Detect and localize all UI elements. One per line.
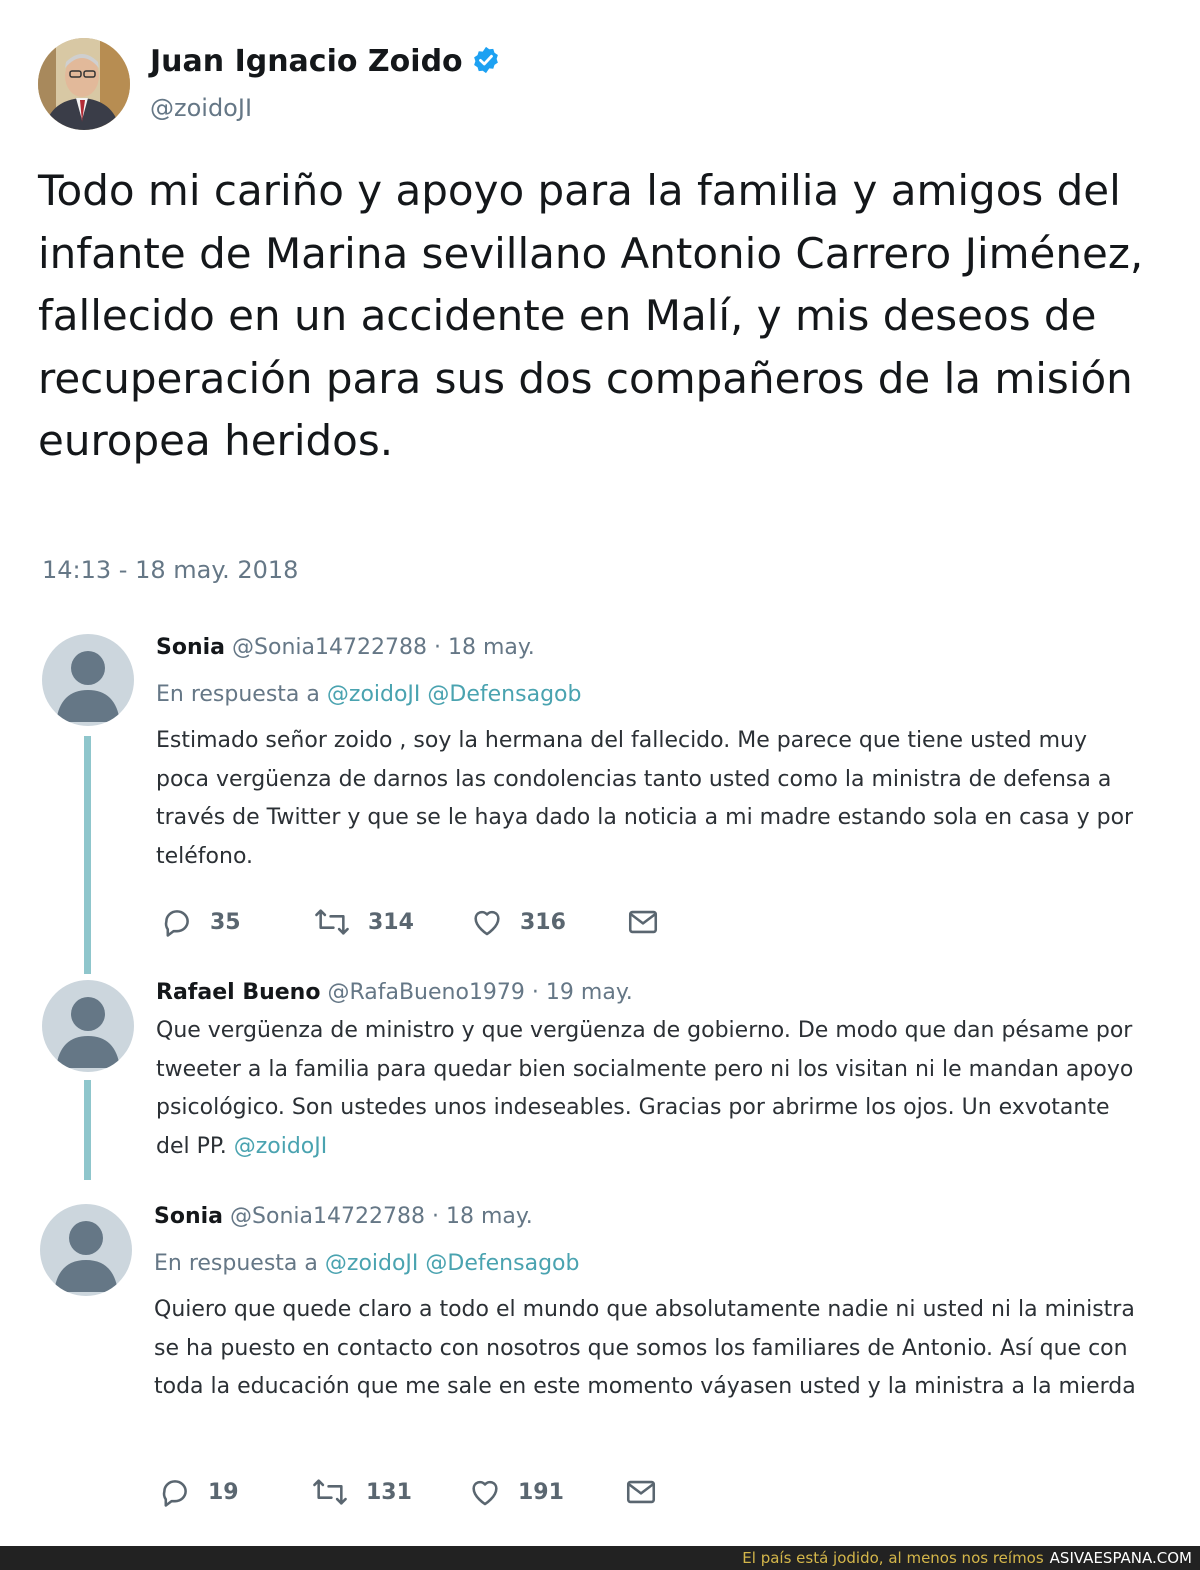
reply-1-separator: ·	[426, 635, 448, 660]
reply-1-avatar[interactable]	[42, 634, 134, 726]
reply-1-handle[interactable]: @Sonia14722788	[232, 635, 427, 660]
reply-1-actions: 35 314 316	[160, 902, 760, 942]
reply-3-name[interactable]: Sonia	[154, 1204, 223, 1229]
mention-link[interactable]: @zoidoJI	[327, 682, 421, 707]
author-handle[interactable]: @zoidoJI	[150, 92, 252, 124]
reply-icon	[164, 910, 189, 937]
like-count: 316	[520, 909, 566, 935]
reply-count: 35	[210, 909, 241, 935]
reply-3-actions: 19 131 191	[158, 1472, 758, 1512]
author-name[interactable]: Juan Ignacio Zoido	[150, 42, 501, 86]
mention-link[interactable]: @zoidoJI	[234, 1134, 328, 1159]
reply-1-in-reply-to: En respuesta a @zoidoJI @Defensagob	[156, 680, 581, 710]
reply-count: 19	[208, 1479, 239, 1505]
retweet-count: 131	[366, 1479, 412, 1505]
default-avatar-icon	[54, 1221, 118, 1292]
envelope-icon	[628, 910, 658, 934]
retweet-count: 314	[368, 909, 414, 935]
watermark-footer: El país está jodido, al menos nos reímos…	[0, 1546, 1200, 1570]
main-tweet-author: Juan Ignacio Zoido @zoidoJI	[38, 38, 1158, 134]
direct-message-button[interactable]	[624, 1472, 658, 1512]
main-tweet-timestamp[interactable]: 14:13 - 18 may. 2018	[42, 552, 298, 588]
reply-2-header: Rafael Bueno @RafaBueno1979 · 19 may.	[156, 978, 633, 1008]
retweet-icon	[313, 1479, 347, 1505]
reply-button[interactable]: 19	[158, 1472, 239, 1512]
mention-link[interactable]: @Defensagob	[425, 1251, 579, 1276]
envelope-icon	[626, 1480, 656, 1504]
reply-3-date[interactable]: 18 may.	[446, 1204, 533, 1229]
retweet-button[interactable]: 131	[310, 1472, 412, 1512]
reply-1-date[interactable]: 18 may.	[448, 635, 535, 660]
mention-link[interactable]: @Defensagob	[427, 682, 581, 707]
reply-2-handle[interactable]: @RafaBueno1979	[327, 980, 524, 1005]
reply-1-header: Sonia @Sonia14722788 · 18 may.	[156, 633, 535, 663]
reply-3-in-reply-to: En respuesta a @zoidoJI @Defensagob	[154, 1249, 579, 1279]
verified-badge-icon	[471, 45, 501, 86]
thread-line	[84, 736, 91, 974]
reply-2-separator: ·	[524, 980, 546, 1005]
author-avatar[interactable]	[38, 38, 130, 130]
reply-3-header: Sonia @Sonia14722788 · 18 may.	[154, 1202, 533, 1232]
like-count: 191	[518, 1479, 564, 1505]
mention-link[interactable]: @zoidoJI	[325, 1251, 419, 1276]
heart-icon	[474, 910, 500, 936]
reply-2-avatar[interactable]	[42, 980, 134, 1072]
reply-1-text: Estimado señor zoido , soy la hermana de…	[156, 728, 1134, 870]
reply-1-name[interactable]: Sonia	[156, 635, 225, 660]
retweet-icon	[315, 909, 349, 935]
in-reply-prefix: En respuesta a	[154, 1251, 325, 1276]
reply-button[interactable]: 35	[160, 902, 241, 942]
author-name-text[interactable]: Juan Ignacio Zoido	[150, 44, 463, 79]
like-button[interactable]: 316	[470, 902, 566, 942]
default-avatar-icon	[56, 997, 120, 1068]
footer-slogan: El país está jodido, al menos nos reímos	[742, 1549, 1044, 1567]
reply-2-text: Que vergüenza de ministro y que vergüenz…	[156, 1012, 1146, 1167]
footer-site[interactable]: ASIVAESPANA.COM	[1050, 1549, 1192, 1567]
in-reply-prefix: En respuesta a	[156, 682, 327, 707]
main-tweet-text: Todo mi cariño y apoyo para la familia y…	[38, 166, 1144, 465]
heart-icon	[472, 1480, 498, 1506]
default-avatar-icon	[56, 651, 120, 722]
reply-icon	[162, 1480, 187, 1507]
reply-3-handle[interactable]: @Sonia14722788	[230, 1204, 425, 1229]
reply-3-separator: ·	[424, 1204, 446, 1229]
reply-2-name[interactable]: Rafael Bueno	[156, 980, 320, 1005]
thread-line	[84, 1080, 91, 1180]
direct-message-button[interactable]	[626, 902, 660, 942]
reply-3-text: Quiero que quede claro a todo el mundo q…	[154, 1297, 1136, 1400]
reply-3-avatar[interactable]	[40, 1204, 132, 1296]
reply-2-date[interactable]: 19 may.	[546, 980, 633, 1005]
like-button[interactable]: 191	[468, 1472, 564, 1512]
retweet-button[interactable]: 314	[312, 902, 414, 942]
